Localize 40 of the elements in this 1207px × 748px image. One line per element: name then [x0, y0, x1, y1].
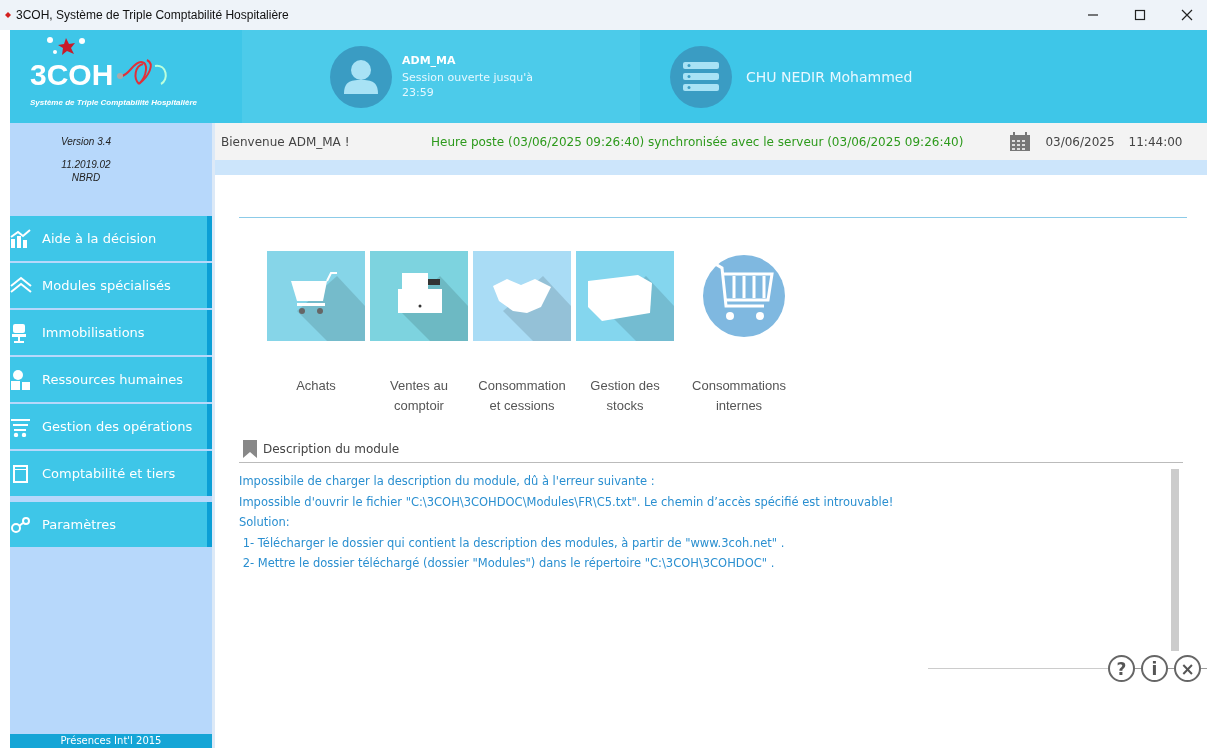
- window-title: 3COH, Système de Triple Comptabilité Hospitalière: [16, 8, 289, 22]
- error-message-line: Solution:: [239, 514, 291, 531]
- server-name: CHU NEDIR Mohammed: [746, 68, 913, 85]
- maximize-icon[interactable]: [1134, 9, 1146, 21]
- close-button[interactable]: ×: [1174, 655, 1201, 682]
- welcome-message: Bienvenue ADM_MA !: [221, 134, 351, 149]
- version-label: Version 3.4: [60, 135, 112, 148]
- copyright-label: Présences Int'l 2015: [10, 734, 212, 748]
- error-message-line: Impossibile de charger la description du module, dû à l'erreur suivante :: [239, 473, 656, 490]
- sync-message: Heure poste (03/06/2025 09:26:40) synchronisée avec le serveur (03/06/2025 09:26:40): [431, 134, 964, 149]
- session-label: Session ouverte jusqu'à: [402, 69, 534, 85]
- info-button[interactable]: i: [1141, 655, 1168, 682]
- error-message-line: 2- Mettre le dossier téléchargé (dossier "Modules") dans le répertoire "C:\3COH\3COHDOC" .: [241, 555, 776, 572]
- module-button[interactable]: Consommation et cessions: [473, 251, 571, 416]
- module-button[interactable]: Gestion des stocks: [576, 251, 674, 416]
- logo-text: 3COH: [30, 58, 114, 92]
- people-icon: [10, 369, 32, 390]
- current-date: 03/06/2025: [1045, 134, 1115, 149]
- user-avatar-icon: [330, 45, 392, 108]
- calendar-icon: [1009, 131, 1032, 152]
- bookmark-icon: [243, 440, 257, 458]
- error-message-line: Impossible d'ouvrir le fichier "C:\3COH\3COHDOC\Modules\FR\C5.txt". Le chemin d’accès spécifié est introuvable!: [239, 493, 895, 511]
- logo-subtitle: Système de Triple Comptabilité Hospitalière: [30, 98, 198, 107]
- close-icon[interactable]: [1181, 9, 1193, 21]
- module-button[interactable]: Ventes au comptoir: [370, 251, 468, 416]
- current-time: 11:44:00: [1128, 134, 1183, 149]
- scrollbar[interactable]: [1171, 469, 1179, 651]
- error-message-line: 1- Télécharger le dossier qui contient la description des modules, à partir de "www.3coh.net" .: [241, 534, 786, 552]
- app-icon: [4, 11, 12, 19]
- build-code: NBRD: [71, 171, 101, 184]
- user-name: ADM_MA: [402, 53, 457, 67]
- chevrons-icon: [10, 275, 32, 296]
- chart-icon: [10, 228, 32, 249]
- server-icon: [670, 45, 732, 108]
- build-label: 11.2019.02: [61, 158, 111, 171]
- module-button[interactable]: Achats: [267, 251, 365, 416]
- help-button[interactable]: ?: [1108, 655, 1135, 682]
- section-title: Description du module: [263, 442, 400, 456]
- module-button[interactable]: Consommations internes: [679, 251, 799, 416]
- session-time: 23:59: [402, 84, 435, 100]
